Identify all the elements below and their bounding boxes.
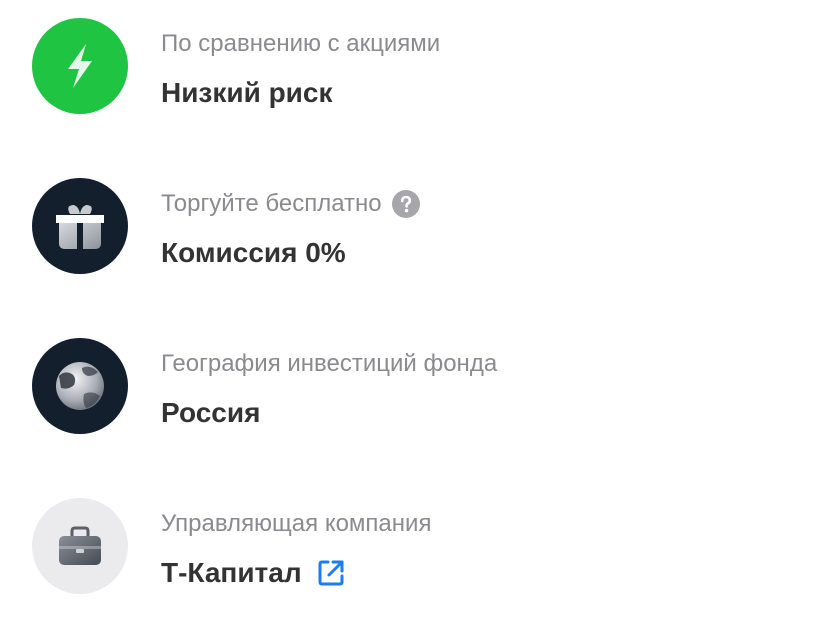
feature-risk: По сравнению с акциями Низкий риск	[0, 18, 828, 118]
feature-value: Россия	[161, 397, 261, 428]
question-circle-icon[interactable]	[391, 190, 420, 218]
lightning-icon	[32, 18, 128, 114]
gift-icon	[32, 178, 128, 274]
feature-caption: Торгуйте бесплатно	[161, 190, 420, 218]
feature-management-company: Управляющая компания Т-Капитал	[0, 498, 828, 598]
feature-value: Комиссия 0%	[161, 237, 346, 268]
external-link-icon[interactable]	[316, 558, 346, 588]
briefcase-icon	[32, 498, 128, 594]
feature-value: Т-Капитал	[161, 556, 346, 590]
feature-value: Низкий риск	[161, 77, 333, 108]
management-company-link[interactable]: Т-Капитал	[161, 556, 302, 590]
feature-caption: География инвестиций фонда	[161, 350, 498, 377]
feature-caption: Управляющая компания	[161, 510, 432, 537]
feature-commission: Торгуйте бесплатно Комиссия 0%	[0, 178, 828, 278]
feature-caption: По сравнению с акциями	[161, 30, 441, 57]
feature-caption-text: Торгуйте бесплатно	[161, 190, 382, 217]
fund-features-list: По сравнению с акциями Низкий риск Торгу…	[0, 0, 828, 629]
globe-icon	[32, 338, 128, 434]
feature-geography: География инвестиций фонда Россия	[0, 338, 828, 438]
